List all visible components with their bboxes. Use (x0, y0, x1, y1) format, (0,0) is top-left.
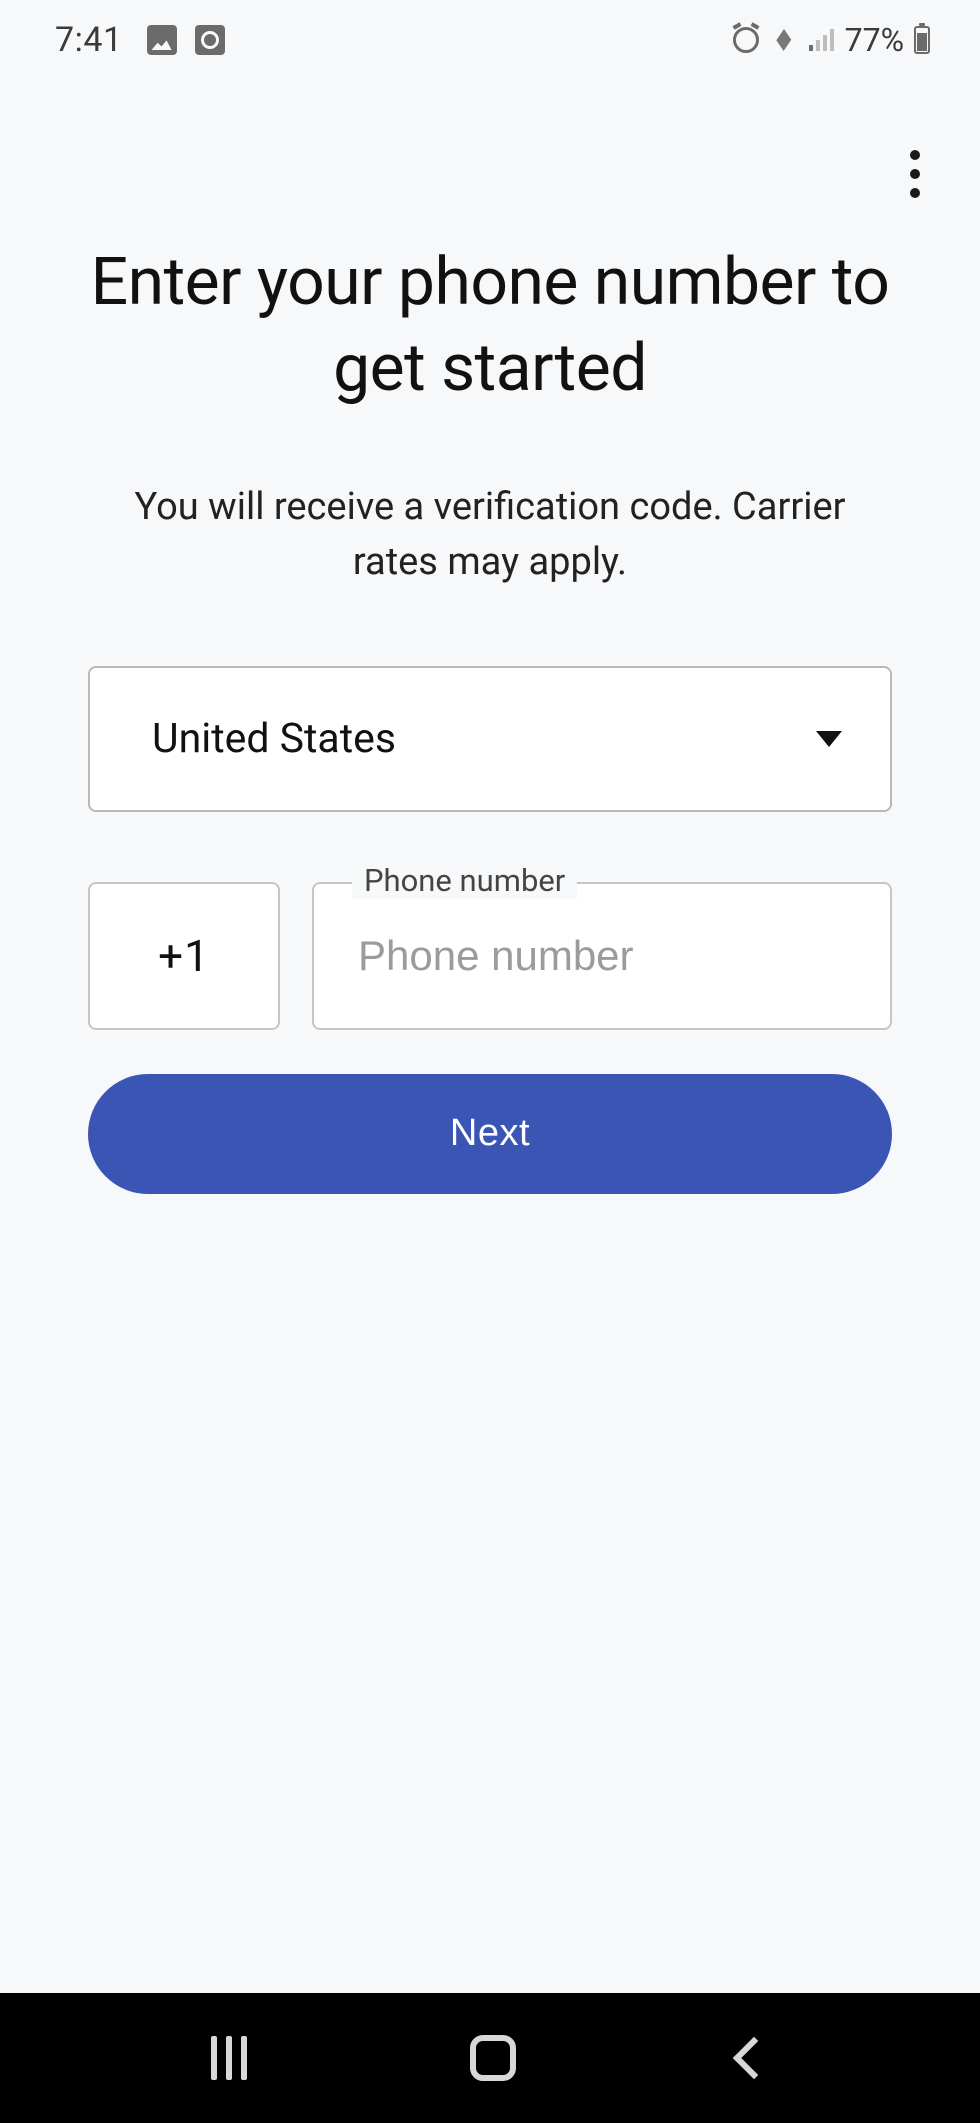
country-select-value: United States (152, 715, 396, 763)
country-select[interactable]: United States (88, 666, 892, 812)
main-content: Enter your phone number to get started Y… (0, 240, 980, 1194)
battery-percent: 77% (845, 21, 904, 59)
wifi-icon (769, 29, 799, 51)
phone-form: United States +1 Phone number Next (88, 666, 892, 1194)
overflow-menu-button[interactable] (900, 140, 930, 208)
system-nav-bar (0, 1993, 980, 2123)
battery-icon (914, 26, 930, 54)
phone-field-wrapper: Phone number (312, 882, 892, 1030)
chevron-down-icon (816, 731, 842, 747)
status-bar: 7:41 77% (0, 0, 980, 80)
back-button[interactable] (732, 2037, 774, 2079)
status-right: 77% (733, 21, 930, 59)
alarm-icon (733, 27, 759, 53)
clock-time: 7:41 (55, 20, 123, 60)
camera-notification-icon (195, 25, 225, 55)
phone-field-label: Phone number (352, 862, 577, 899)
country-code-box: +1 (88, 882, 280, 1030)
status-left: 7:41 (55, 20, 225, 60)
page-title: Enter your phone number to get started (88, 240, 892, 412)
country-code-value: +1 (158, 930, 210, 982)
page-subtitle: You will receive a verification code. Ca… (88, 480, 892, 590)
recents-button[interactable] (211, 2036, 247, 2080)
image-notification-icon (147, 25, 177, 55)
next-button[interactable]: Next (88, 1074, 892, 1194)
phone-row: +1 Phone number (88, 882, 892, 1030)
phone-number-input[interactable] (312, 882, 892, 1030)
signal-icon (809, 29, 835, 51)
home-button[interactable] (470, 2035, 516, 2081)
